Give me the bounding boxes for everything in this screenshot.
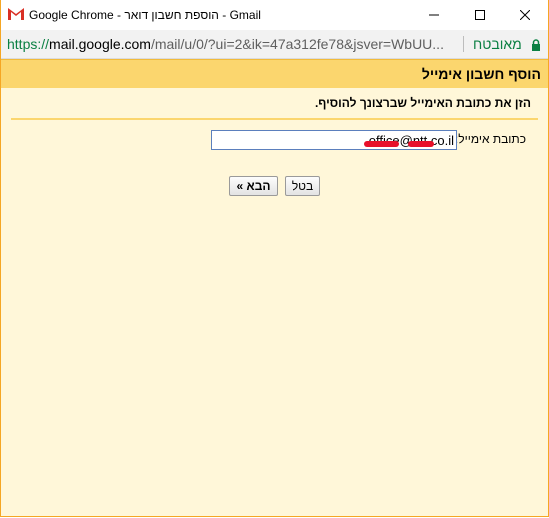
close-icon [520,10,530,20]
minimize-icon [429,14,439,16]
next-button[interactable]: הבא » [229,176,278,196]
secure-label[interactable]: מאובטח [473,36,522,52]
dialog-content: הוסף חשבון אימייל הזן את כתובת האימייל ש… [1,59,548,516]
instruction-text: הזן את כתובת האימייל שברצונך להוסיף. [314,96,531,110]
lock-icon[interactable] [531,39,541,51]
address-divider [463,36,464,52]
window-title: Google Chrome - הוספת חשבון דואר - Gmail [29,8,261,22]
url-domain: mail.google.com [49,36,151,52]
redaction-mark [364,141,399,147]
url-text[interactable]: https://mail.google.com/mail/u/0/?ui=2&i… [7,36,455,52]
email-input[interactable] [211,130,457,150]
chrome-popup-window: Google Chrome - הוספת חשבון דואר - Gmail… [0,0,549,517]
address-bar[interactable]: https://mail.google.com/mail/u/0/?ui=2&i… [1,30,548,59]
url-scheme: https:// [7,36,50,52]
email-label: כתובת אימייל: [454,132,526,146]
dialog-header: הוסף חשבון אימייל [1,59,548,88]
maximize-icon [475,10,485,20]
redaction-mark [408,141,434,147]
minimize-button[interactable] [411,0,457,30]
url-path: /mail/u/0/?ui=2&ik=47a312fe78&jsver=WbUU… [150,36,444,52]
close-button[interactable] [502,0,548,30]
gmail-icon [8,8,24,20]
cancel-button[interactable]: בטל [285,176,320,196]
maximize-button[interactable] [457,0,503,30]
dialog-title: הוסף חשבון אימייל [421,66,541,82]
title-bar: Google Chrome - הוספת חשבון דואר - Gmail [1,0,548,30]
divider [11,118,538,120]
